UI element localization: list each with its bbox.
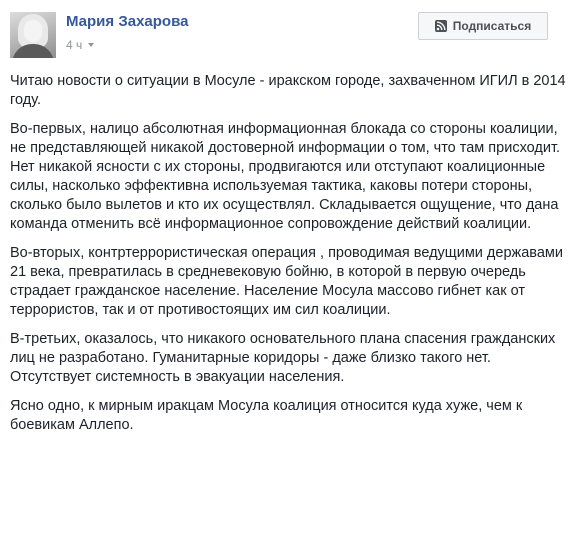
paragraph-5: Ясно одно, к мирным иракцам Мосула коали… [10,398,523,433]
avatar-shoulders [12,44,54,58]
chevron-down-icon[interactable] [87,41,95,49]
paragraph-4: В-третьих, оказалось, что никакого основ… [10,331,556,385]
paragraph-3: Во-вторых, контртеррористическая операци… [10,245,563,318]
facebook-post: Мария Захарова 4 ч Подписаться Читаю нов… [0,0,585,538]
author-name[interactable]: Мария Захарова [66,13,188,30]
post-body: Читаю новости о ситуации в Мосуле - ирак… [10,72,570,445]
subscribe-label: Подписаться [452,19,532,33]
avatar[interactable] [10,12,56,58]
paragraph-2: Во-первых, налицо абсолютная информацион… [10,121,561,232]
paragraph-1: Читаю новости о ситуации в Мосуле - ирак… [10,73,566,108]
post-meta: 4 ч [66,38,95,52]
subscribe-button[interactable]: Подписаться [418,12,548,40]
post-time[interactable]: 4 ч [66,38,82,52]
rss-icon [434,20,447,32]
avatar-face [24,20,42,42]
